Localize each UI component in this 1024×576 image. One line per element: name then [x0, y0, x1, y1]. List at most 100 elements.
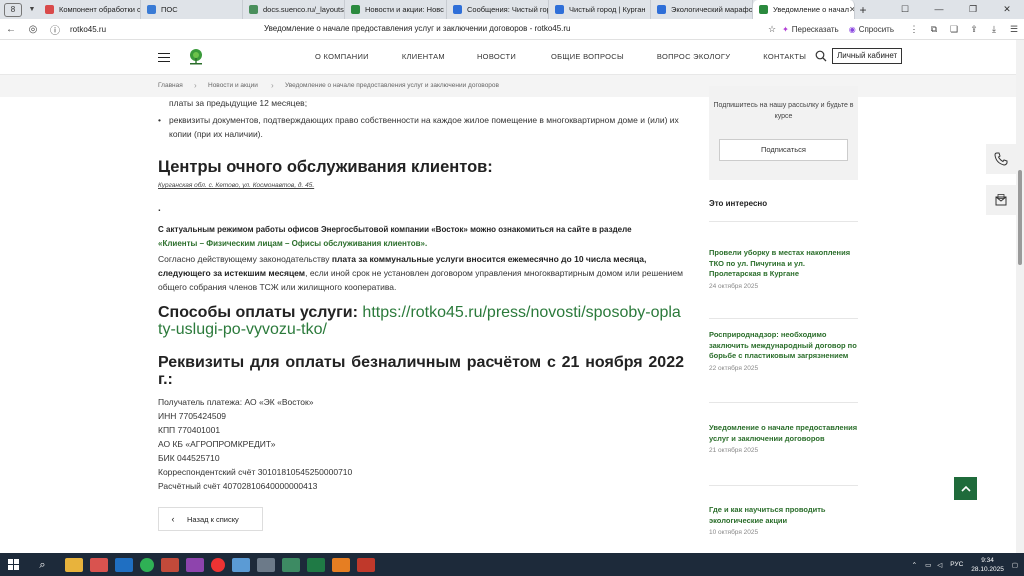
centers-address-link[interactable]: Курганская обл. с. Кетово, ул. Космонавт… [158, 182, 314, 189]
protect-icon[interactable]: ◎ [22, 24, 44, 35]
page-scrollbar[interactable] [1016, 40, 1024, 553]
chevron-down-icon[interactable]: ▼ [25, 6, 39, 13]
yandex-browser-icon[interactable] [211, 557, 225, 572]
file-explorer-icon[interactable] [65, 557, 83, 572]
taskbar: ⌕ ⌃ ▭ ◁ РУС 9:34 28.10.2025 ▢ [0, 553, 1024, 576]
new-tab-button[interactable]: + [855, 3, 871, 17]
collections-icon[interactable]: ❏ [944, 24, 964, 35]
tray-arrow-icon[interactable]: ⌃ [912, 561, 917, 569]
back-arrow-icon[interactable]: ← [0, 24, 22, 35]
extensions-icon[interactable]: ⧉ [924, 24, 944, 35]
app-icon[interactable] [232, 557, 250, 572]
news-title-link[interactable]: Росприроднадзор: необходимо заключить ме… [709, 330, 858, 362]
app-icon[interactable] [186, 557, 204, 572]
app-icon[interactable] [332, 557, 350, 572]
network-icon[interactable]: ▭ [925, 561, 931, 569]
close-window-icon[interactable]: ✕ [990, 4, 1024, 15]
bullet-dot: • [158, 115, 161, 125]
browser-tab[interactable]: docs.suenco.ru/_layouts/ [243, 0, 345, 19]
excel-icon[interactable] [307, 557, 325, 572]
breadcrumb-item-home[interactable]: Главная [158, 82, 183, 89]
share-icon[interactable]: ⇪ [964, 24, 984, 35]
news-item[interactable]: Провели уборку в местах накопления ТКО п… [709, 248, 858, 290]
retell-button[interactable]: ✦ Пересказать [782, 25, 839, 34]
requisite-line: ИНН 7705424509 [158, 411, 227, 421]
volume-icon[interactable]: ◁ [937, 561, 942, 569]
download-icon[interactable]: ⤓ [984, 24, 1004, 35]
calculator-icon[interactable] [257, 557, 275, 572]
favicon-icon [351, 5, 360, 14]
news-title-link[interactable]: Провели уборку в местах накопления ТКО п… [709, 248, 858, 280]
browser-app-icon[interactable] [90, 557, 108, 572]
search-icon[interactable]: ⌕ [34, 558, 52, 572]
menu-item-contacts[interactable]: КОНТАКТЫ [763, 52, 806, 61]
search-icon[interactable] [815, 50, 827, 62]
mail-icon [995, 194, 1007, 206]
favicon-icon [249, 5, 258, 14]
news-title-link[interactable]: Где и как научиться проводить экологичес… [709, 505, 858, 526]
feedback-float-button[interactable] [986, 185, 1016, 215]
alice-icon: ◉ [848, 25, 856, 34]
browser-tab[interactable]: Сообщения: Чистый гор [447, 0, 549, 19]
tab-count-badge[interactable]: 8 [4, 2, 22, 17]
notifications-icon[interactable]: ▢ [1012, 561, 1018, 569]
requisites-list: Получатель платежа: АО «ЭК «Восток» ИНН … [158, 395, 352, 493]
offices-link[interactable]: «Клиенты – Физическим лицам – Офисы обсл… [158, 239, 427, 248]
app-icon[interactable] [161, 557, 179, 572]
article-content: платы за предыдущие 12 месяцев; • реквиз… [158, 97, 684, 553]
breadcrumb-item-news[interactable]: Новости и акции [208, 82, 258, 89]
bookmarks-icon[interactable]: ☐ [888, 4, 922, 15]
menu-item-faq[interactable]: ОБЩИЕ ВОПРОСЫ [551, 52, 624, 61]
hamburger-menu-icon[interactable] [158, 53, 170, 62]
scroll-to-top-button[interactable] [954, 477, 977, 500]
close-icon[interactable]: ✕ [849, 5, 854, 14]
divider [709, 221, 858, 222]
news-item[interactable]: Где и как научиться проводить экологичес… [709, 505, 858, 536]
menu-item-ecologist[interactable]: ВОПРОС ЭКОЛОГУ [657, 52, 730, 61]
browser-tab[interactable]: Новости и акции: Новс [345, 0, 447, 19]
divider [709, 485, 858, 486]
chevron-up-icon [960, 485, 971, 492]
security-info-icon[interactable]: ⓘ [44, 22, 66, 37]
news-item[interactable]: Уведомление о начале предоставления услу… [709, 423, 858, 454]
news-title-link[interactable]: Уведомление о начале предоставления услу… [709, 423, 858, 444]
ask-button[interactable]: ◉ Спросить [849, 25, 894, 34]
bookmark-icon[interactable]: ☆ [762, 24, 782, 35]
settings-icon[interactable]: ☰ [1004, 24, 1024, 35]
more-menu-icon[interactable]: ⋮ [904, 24, 924, 35]
browser-tab-active[interactable]: Уведомление о начал ✕ [753, 0, 855, 19]
browser-tab[interactable]: Компонент обработки с [39, 0, 141, 19]
windows-start-icon[interactable] [8, 558, 20, 571]
favicon-icon [657, 5, 666, 14]
favicon-icon [147, 5, 156, 14]
personal-account-button[interactable]: Личный кабинет [832, 48, 903, 64]
favicon-icon [759, 5, 768, 14]
menu-item-news[interactable]: НОВОСТИ [477, 52, 516, 61]
browser-tab[interactable]: Экологический марафо [651, 0, 753, 19]
phone-icon [994, 152, 1008, 166]
acrobat-icon[interactable] [357, 557, 375, 572]
app-icon[interactable] [282, 557, 300, 572]
back-to-list-button[interactable]: ‹ Назад к списку [158, 507, 263, 531]
menu-item-clients[interactable]: КЛИЕНТАМ [402, 52, 445, 61]
scrollbar-thumb[interactable] [1018, 170, 1022, 265]
clock[interactable]: 9:34 28.10.2025 [971, 556, 1004, 574]
favicon-icon [45, 5, 54, 14]
subscribe-box: Подпишитесь на нашу рассылку и будьте в … [709, 86, 858, 180]
site-logo[interactable] [186, 46, 206, 66]
system-tray: ⌃ ▭ ◁ РУС 9:34 28.10.2025 ▢ [912, 553, 1018, 576]
browser-tab[interactable]: ПОС [141, 0, 243, 19]
address-input[interactable]: rotko45.ru [70, 25, 106, 34]
minimize-icon[interactable]: — [922, 4, 956, 15]
news-item[interactable]: Росприроднадзор: необходимо заключить ме… [709, 330, 858, 372]
browser-tab[interactable]: Чистый город | Курган [549, 0, 651, 19]
divider [709, 318, 858, 319]
whatsapp-icon[interactable] [140, 557, 154, 572]
menu-item-company[interactable]: О КОМПАНИИ [315, 52, 369, 61]
subscribe-button[interactable]: Подписаться [719, 139, 848, 161]
restore-icon[interactable]: ❐ [956, 4, 990, 15]
callback-float-button[interactable] [986, 144, 1016, 174]
outlook-icon[interactable] [115, 557, 133, 572]
language-indicator[interactable]: РУС [950, 561, 963, 568]
address-bar-row: ← ◎ ⓘ rotko45.ru Уведомление о начале пр… [0, 19, 1024, 40]
